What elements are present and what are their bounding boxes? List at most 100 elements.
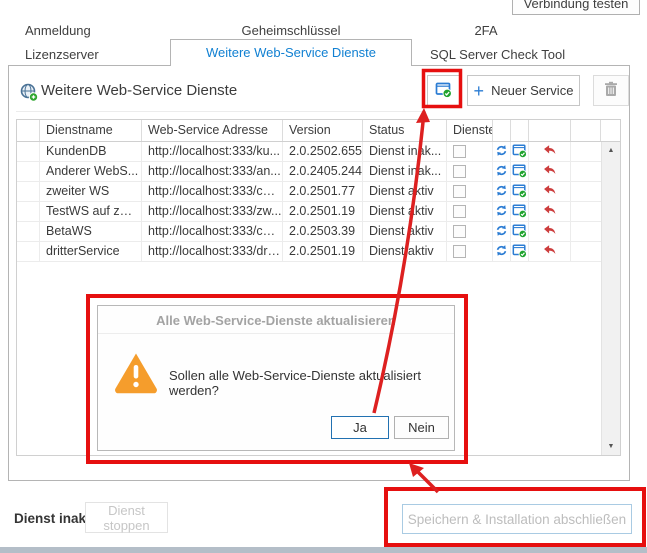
red-reply-arrow-icon[interactable] (543, 203, 557, 220)
dienste-checkbox[interactable] (453, 245, 466, 258)
dienste-checkbox[interactable] (453, 205, 466, 218)
header-divider (16, 111, 426, 112)
cell-filler (571, 222, 601, 241)
cell-dienstname: TestWS auf zwe... (40, 202, 142, 221)
table-row[interactable]: zweiter WS http://localhost:333/cen... 2… (17, 182, 601, 202)
cell-dienste (447, 202, 493, 221)
window-bottom-strip (0, 547, 647, 553)
cell-version: 2.0.2501.77 (283, 182, 363, 201)
tab-anmeldung[interactable]: Anmeldung (25, 23, 91, 39)
row-selector[interactable] (17, 162, 40, 181)
cell-version: 2.0.2501.19 (283, 202, 363, 221)
window-check-icon[interactable] (512, 183, 527, 201)
sync-icon[interactable] (495, 184, 508, 200)
sync-icon[interactable] (495, 224, 508, 240)
cell-adresse: http://localhost:333/cen... (142, 182, 283, 201)
new-service-label: Neuer Service (491, 83, 573, 98)
cell-filler (571, 242, 601, 261)
sync-icon[interactable] (495, 144, 508, 160)
col-adresse[interactable]: Web-Service Adresse (142, 120, 283, 141)
vertical-scrollbar[interactable]: ▲ ▼ (601, 142, 620, 455)
sync-icon[interactable] (495, 164, 508, 180)
dialog-yes-button[interactable]: Ja (331, 416, 389, 439)
window-check-icon (435, 81, 452, 101)
dialog-title: Alle Web-Service-Dienste aktualisieren (98, 313, 454, 328)
cell-adresse: http://localhost:333/ku... (142, 142, 283, 161)
dienste-checkbox[interactable] (453, 185, 466, 198)
stop-service-button[interactable]: Dienst stoppen (85, 502, 168, 533)
cell-revert (529, 182, 571, 201)
cell-dienstname: zweiter WS (40, 182, 142, 201)
red-reply-arrow-icon[interactable] (543, 163, 557, 180)
col-version[interactable]: Version (283, 120, 363, 141)
dialog-title-divider (98, 333, 454, 334)
cell-refresh (493, 162, 511, 181)
cell-update (511, 222, 529, 241)
tab-weitere-web-service-dienste[interactable]: Weitere Web-Service Dienste (170, 39, 412, 66)
window-check-icon[interactable] (512, 203, 527, 221)
table-row[interactable]: BetaWS http://localhost:333/cen... 2.0.2… (17, 222, 601, 242)
tab-geheimschluessel[interactable]: Geheimschlüssel (170, 23, 412, 39)
dialog-no-button[interactable]: Nein (394, 416, 449, 439)
trash-icon (604, 81, 618, 100)
cell-status: Dienst inak... (363, 142, 447, 161)
row-selector[interactable] (17, 182, 40, 201)
table-row[interactable]: dritterService http://localhost:333/drit… (17, 242, 601, 262)
row-selector[interactable] (17, 242, 40, 261)
scroll-up-icon[interactable]: ▲ (602, 142, 620, 159)
test-connection-button[interactable]: Verbindung testen (512, 0, 640, 15)
warning-triangle-icon (113, 351, 159, 397)
page-title: Weitere Web-Service Dienste (41, 82, 237, 99)
cell-dienstname: Anderer WebS... (40, 162, 142, 181)
cell-revert (529, 162, 571, 181)
cell-version: 2.0.2405.244 (283, 162, 363, 181)
cell-dienste (447, 162, 493, 181)
col-scroll-spacer (601, 120, 620, 141)
red-reply-arrow-icon[interactable] (543, 243, 557, 260)
table-header: Dienstname Web-Service Adresse Version S… (17, 120, 620, 142)
cell-dienste (447, 142, 493, 161)
window-check-icon[interactable] (512, 143, 527, 161)
window-check-icon[interactable] (512, 163, 527, 181)
col-filler (571, 120, 601, 141)
table-row[interactable]: Anderer WebS... http://localhost:333/an.… (17, 162, 601, 182)
confirm-dialog: Alle Web-Service-Dienste aktualisieren S… (97, 305, 455, 451)
tab-lizenzserver[interactable]: Lizenzserver (25, 47, 99, 63)
row-selector[interactable] (17, 142, 40, 161)
cell-update (511, 202, 529, 221)
window-check-icon[interactable] (512, 243, 527, 261)
tab-2fa[interactable]: 2FA (412, 23, 560, 39)
red-reply-arrow-icon[interactable] (543, 183, 557, 200)
update-all-services-button[interactable] (427, 75, 460, 106)
table-row[interactable]: TestWS auf zwe... http://localhost:333/z… (17, 202, 601, 222)
row-selector[interactable] (17, 222, 40, 241)
window-check-icon[interactable] (512, 223, 527, 241)
cell-update (511, 182, 529, 201)
dienste-checkbox[interactable] (453, 145, 466, 158)
cell-filler (571, 142, 601, 161)
cell-refresh (493, 242, 511, 261)
tab-sql-server-check-tool[interactable]: SQL Server Check Tool (430, 47, 565, 63)
col-dienstname[interactable]: Dienstname (40, 120, 142, 141)
dienste-checkbox[interactable] (453, 225, 466, 238)
scroll-down-icon[interactable]: ▼ (602, 438, 620, 455)
cell-adresse: http://localhost:333/cen... (142, 222, 283, 241)
cell-revert (529, 142, 571, 161)
save-finish-button[interactable]: Speichern & Installation abschließen (402, 504, 632, 534)
delete-service-button[interactable] (593, 75, 629, 106)
red-reply-arrow-icon[interactable] (543, 223, 557, 240)
col-status[interactable]: Status (363, 120, 447, 141)
row-selector[interactable] (17, 202, 40, 221)
dienste-checkbox[interactable] (453, 165, 466, 178)
col-dienste[interactable]: Dienste (447, 120, 493, 141)
cell-refresh (493, 182, 511, 201)
cell-dienstname: BetaWS (40, 222, 142, 241)
sync-icon[interactable] (495, 204, 508, 220)
sync-icon[interactable] (495, 244, 508, 260)
cell-revert (529, 242, 571, 261)
new-service-button[interactable]: + Neuer Service (467, 75, 580, 106)
red-reply-arrow-icon[interactable] (543, 143, 557, 160)
cell-refresh (493, 222, 511, 241)
table-row[interactable]: KundenDB http://localhost:333/ku... 2.0.… (17, 142, 601, 162)
col-selector (17, 120, 40, 141)
